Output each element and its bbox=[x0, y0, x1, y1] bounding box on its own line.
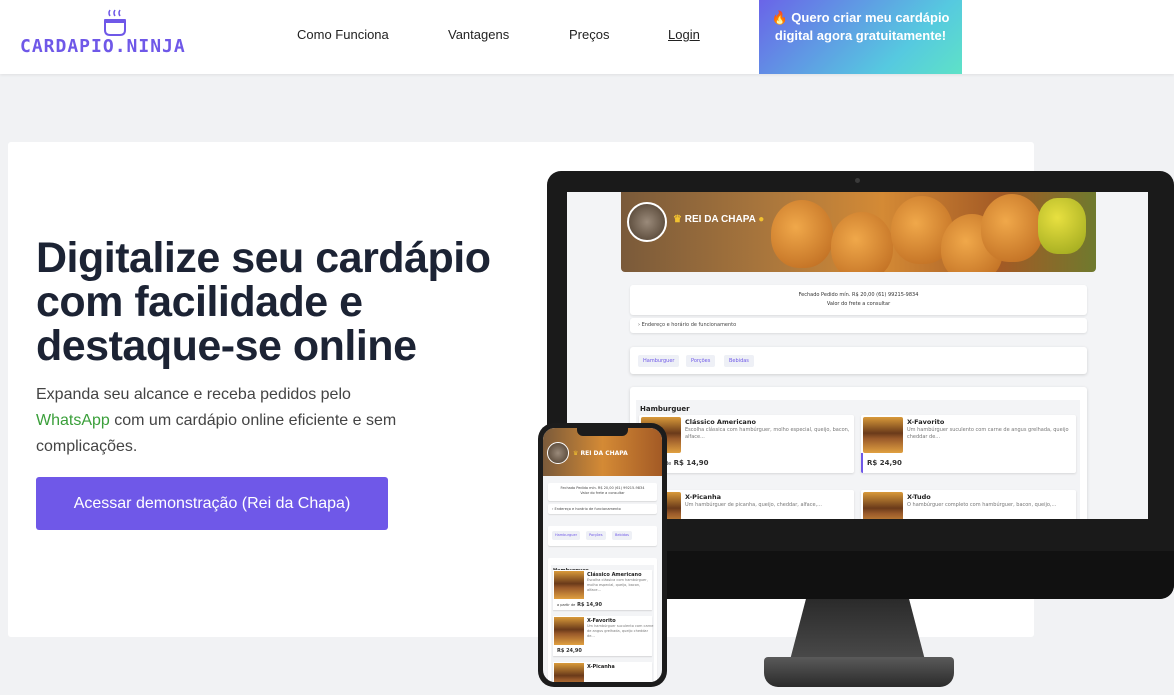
nav-vantagens[interactable]: Vantagens bbox=[448, 27, 509, 42]
logo-wordmark: CARDAPIO.NINJA bbox=[20, 36, 186, 57]
phone-notch bbox=[577, 428, 628, 436]
menu-item[interactable]: Clássico Americano Escolha clássica com … bbox=[639, 415, 854, 473]
price-prefix: a partir de bbox=[557, 603, 576, 607]
section-title: Hamburguer bbox=[640, 405, 690, 413]
fire-icon: 🔥 bbox=[771, 10, 788, 25]
item-name: X-Picanha bbox=[685, 493, 722, 501]
chevron-right-icon: › bbox=[638, 322, 640, 328]
store-name: ♛ REI DA CHAPA ● bbox=[673, 214, 764, 225]
logo[interactable]: CARDAPIO.NINJA bbox=[20, 8, 215, 64]
food-image bbox=[831, 212, 893, 272]
hero-subtitle: Expanda seu alcance e receba pedidos pel… bbox=[36, 382, 416, 460]
category-tab[interactable]: Bebidas bbox=[724, 355, 754, 367]
food-image bbox=[1038, 198, 1086, 254]
cooking-pot-icon bbox=[104, 9, 126, 36]
item-accent-bar bbox=[861, 453, 863, 473]
address-label: Endereço e horário de funcionamento bbox=[641, 322, 737, 328]
item-price: R$ 24,90 bbox=[557, 648, 582, 654]
item-image bbox=[863, 417, 903, 453]
phone-category-tabs: Hamburguer Porções Bebidas bbox=[548, 526, 657, 546]
freight-line: Valor do frete a consultar bbox=[826, 301, 891, 307]
signup-cta-button[interactable]: 🔥 Quero criar meu cardápio digital agora… bbox=[759, 0, 962, 74]
food-image bbox=[981, 194, 1043, 262]
item-price: R$ 24,90 bbox=[867, 459, 902, 467]
category-tab[interactable]: Porções bbox=[586, 531, 606, 540]
chevron-right-icon: › bbox=[552, 507, 554, 511]
store-name-label: REI DA CHAPA bbox=[684, 214, 756, 225]
menu-item[interactable]: X-Tudo O hambúrguer completo com hambúrg… bbox=[861, 490, 1076, 519]
site-header: CARDAPIO.NINJA Como Funciona Vantagens P… bbox=[0, 0, 1174, 74]
nav-como-funciona[interactable]: Como Funciona bbox=[297, 27, 389, 42]
item-description: Escolha clássica com hambúrguer, molho e… bbox=[685, 427, 850, 440]
item-image bbox=[554, 571, 584, 599]
nav-precos[interactable]: Preços bbox=[569, 27, 609, 42]
item-name: Clássico Americano bbox=[685, 418, 756, 426]
category-tab[interactable]: Hamburguer bbox=[638, 355, 680, 367]
hero-subtitle-pre: Expanda seu alcance e receba pedidos pel… bbox=[36, 386, 351, 403]
category-tab[interactable]: Bebidas bbox=[612, 531, 632, 540]
store-banner: ♛ REI DA CHAPA ● bbox=[621, 192, 1096, 272]
phone-mockup: ♛ REI DA CHAPA Fechado Pedido mín. R$ 20… bbox=[538, 423, 667, 687]
menu-item[interactable]: X-Favorito Um hambúrguer suculento com c… bbox=[861, 415, 1076, 473]
address-toggle[interactable]: › Endereço e horário de funcionamento bbox=[630, 318, 1087, 333]
item-description: Um hambúrguer suculento com carne de ang… bbox=[907, 427, 1069, 440]
store-name: ♛ REI DA CHAPA bbox=[573, 450, 628, 457]
monitor-stand bbox=[790, 598, 925, 660]
phone-menu-item[interactable]: Clássico Americano Escolha clássica com … bbox=[553, 570, 652, 610]
signup-cta-label: Quero criar meu cardápio digital agora g… bbox=[774, 10, 950, 43]
phone-screen: ♛ REI DA CHAPA Fechado Pedido mín. R$ 20… bbox=[543, 428, 662, 682]
burger-icon: ● bbox=[758, 214, 765, 225]
whatsapp-highlight: WhatsApp bbox=[36, 412, 110, 429]
crown-icon: ♛ bbox=[573, 450, 579, 457]
item-name: X-Favorito bbox=[907, 418, 945, 426]
category-tabs: Hamburguer Porções Bebidas bbox=[630, 347, 1087, 374]
category-tab[interactable]: Hamburguer bbox=[552, 531, 581, 540]
item-price: a partir de R$ 14,90 bbox=[557, 602, 602, 608]
price-value: R$ 14,90 bbox=[577, 602, 602, 608]
menu-section: Hamburguer Clássico Americano Escolha cl… bbox=[636, 400, 1080, 519]
monitor-stand-base bbox=[764, 657, 954, 687]
demo-button[interactable]: Acessar demonstração (Rei da Chapa) bbox=[36, 477, 388, 530]
nav-login[interactable]: Login bbox=[668, 27, 700, 42]
crown-icon: ♛ bbox=[673, 214, 682, 225]
hero-title: Digitalize seu cardápio com facilidade e… bbox=[36, 234, 491, 370]
phone-menu-item[interactable]: X-Favorito Um hambúrguer suculento com c… bbox=[553, 616, 654, 656]
phone-menu-item[interactable]: X-Picanha bbox=[553, 662, 652, 682]
store-avatar bbox=[627, 202, 667, 242]
camera-dot bbox=[855, 178, 860, 183]
phone-info-box: Fechado Pedido mín. R$ 20,00 (61) 99215-… bbox=[548, 483, 657, 501]
freight-line: Valor do frete a consultar bbox=[580, 491, 625, 495]
price-value: R$ 14,90 bbox=[673, 459, 709, 467]
phone-address-toggle[interactable]: › Endereço e horário de funcionamento bbox=[548, 504, 657, 514]
item-description: Um hambúrguer de picanha, queijo, chedda… bbox=[685, 502, 822, 508]
address-label: Endereço e horário de funcionamento bbox=[554, 507, 621, 511]
item-image bbox=[554, 617, 584, 645]
item-name: X-Picanha bbox=[587, 664, 615, 670]
item-image bbox=[554, 663, 584, 682]
item-description: O hambúrguer completo com hambúrguer, ba… bbox=[907, 502, 1057, 508]
menu-item[interactable]: X-Picanha Um hambúrguer de picanha, quei… bbox=[639, 490, 854, 519]
store-info-line: Fechado Pedido mín. R$ 20,00 (61) 99215-… bbox=[798, 292, 919, 298]
item-description: Um hambúrguer suculento com carne de ang… bbox=[587, 624, 654, 638]
store-name-label: REI DA CHAPA bbox=[580, 450, 628, 457]
store-info-box: Fechado Pedido mín. R$ 20,00 (61) 99215-… bbox=[630, 285, 1087, 315]
item-description: Escolha clássica com hambúrguer, molho e… bbox=[587, 578, 648, 592]
store-avatar bbox=[547, 442, 569, 464]
category-tab[interactable]: Porções bbox=[686, 355, 716, 367]
menu-box: Hamburguer Clássico Americano Escolha cl… bbox=[630, 387, 1087, 519]
food-image bbox=[771, 200, 833, 268]
item-name: X-Tudo bbox=[907, 493, 931, 501]
item-image bbox=[863, 492, 903, 519]
